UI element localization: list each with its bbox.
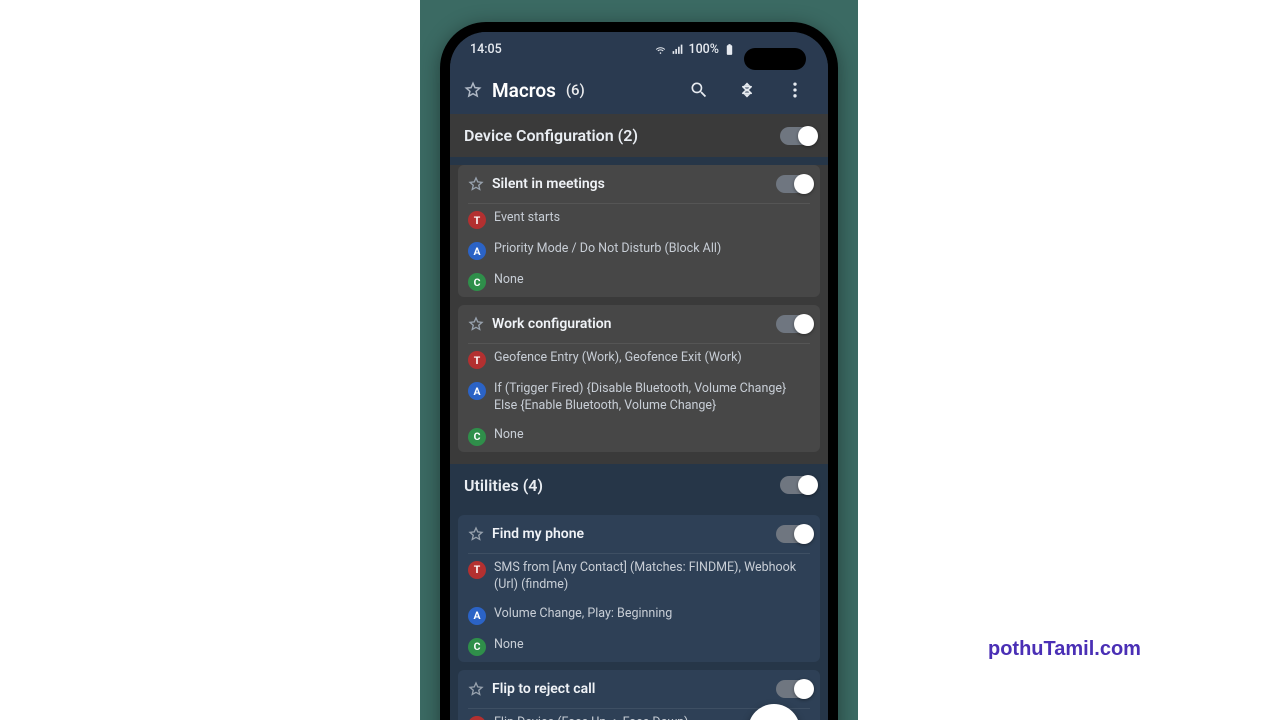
- more-vert-icon: [785, 80, 805, 100]
- macro-toggle[interactable]: [776, 680, 810, 698]
- macro-card-find-phone[interactable]: Find my phone T SMS from [Any Contact] (…: [458, 515, 820, 662]
- action-row: A Volume Change, Play: Beginning: [458, 600, 820, 631]
- constraint-badge-icon: C: [468, 638, 486, 656]
- trigger-text: Event starts: [494, 210, 560, 227]
- appbar-title: Macros: [492, 79, 556, 102]
- app-bar: Macros (6): [450, 66, 828, 114]
- macro-title: Find my phone: [492, 526, 768, 542]
- group-toggle[interactable]: [780, 127, 814, 145]
- star-icon[interactable]: [468, 316, 484, 332]
- action-badge-icon: A: [468, 382, 486, 400]
- search-icon: [689, 80, 709, 100]
- phone-screen: 14:05 100% Macros (6): [450, 32, 828, 720]
- macro-toggle[interactable]: [776, 315, 810, 333]
- group-header-device-config[interactable]: Device Configuration (2): [450, 114, 828, 157]
- constraint-text: None: [494, 427, 524, 444]
- action-badge-icon: A: [468, 242, 486, 260]
- macro-card-silent-meetings[interactable]: Silent in meetings T Event starts A Prio…: [458, 165, 820, 297]
- wifi-icon: [654, 43, 667, 56]
- group-title: Utilities (4): [464, 476, 543, 495]
- macro-toggle[interactable]: [776, 525, 810, 543]
- action-text: Priority Mode / Do Not Disturb (Block Al…: [494, 241, 721, 258]
- camera-cutout: [744, 48, 806, 70]
- battery-percentage: 100%: [688, 42, 719, 57]
- action-row: A Priority Mode / Do Not Disturb (Block …: [458, 235, 820, 266]
- constraint-text: None: [494, 272, 524, 289]
- trigger-row: T Geofence Entry (Work), Geofence Exit (…: [458, 344, 820, 375]
- trigger-text: Geofence Entry (Work), Geofence Exit (Wo…: [494, 350, 742, 367]
- trigger-row: T SMS from [Any Contact] (Matches: FINDM…: [458, 554, 820, 600]
- star-icon[interactable]: [468, 681, 484, 697]
- macro-toggle[interactable]: [776, 175, 810, 193]
- group-toggle[interactable]: [780, 476, 814, 494]
- constraint-badge-icon: C: [468, 428, 486, 446]
- macro-title: Work configuration: [492, 316, 768, 332]
- constraint-text: None: [494, 637, 524, 654]
- trigger-badge-icon: T: [468, 716, 486, 720]
- macro-title: Silent in meetings: [492, 176, 768, 192]
- action-badge-icon: A: [468, 607, 486, 625]
- status-right: 100%: [654, 42, 736, 57]
- macro-title: Flip to reject call: [492, 681, 768, 697]
- constraint-badge-icon: C: [468, 273, 486, 291]
- trigger-row: T Event starts: [458, 204, 820, 235]
- trigger-badge-icon: T: [468, 351, 486, 369]
- overflow-menu-button[interactable]: [776, 71, 814, 109]
- trigger-text: Flip Device (Face Up -> Face Down): [494, 715, 688, 720]
- appbar-count: (6): [566, 81, 585, 99]
- page-background: 14:05 100% Macros (6): [420, 0, 858, 720]
- group-header-utilities[interactable]: Utilities (4): [450, 464, 828, 507]
- constraint-row: C None: [458, 266, 820, 297]
- trigger-text: SMS from [Any Contact] (Matches: FINDME)…: [494, 560, 810, 594]
- action-row: A If (Trigger Fired) {Disable Bluetooth,…: [458, 375, 820, 421]
- constraint-row: C None: [458, 421, 820, 452]
- action-text: Volume Change, Play: Beginning: [494, 606, 672, 623]
- favorite-star-icon[interactable]: [464, 81, 482, 99]
- constraint-row: C None: [458, 631, 820, 662]
- group-title: Device Configuration (2): [464, 126, 638, 145]
- macro-list[interactable]: Device Configuration (2) Silent in meeti…: [450, 114, 828, 720]
- watermark-text: pothuTamil.com: [988, 638, 1141, 661]
- trigger-badge-icon: T: [468, 561, 486, 579]
- phone-frame: 14:05 100% Macros (6): [440, 22, 838, 720]
- trigger-badge-icon: T: [468, 211, 486, 229]
- star-icon[interactable]: [468, 526, 484, 542]
- search-button[interactable]: [680, 71, 718, 109]
- status-time: 14:05: [470, 42, 502, 57]
- collapse-icon: [737, 80, 757, 100]
- star-icon[interactable]: [468, 176, 484, 192]
- battery-icon: [723, 43, 736, 56]
- signal-icon: [671, 43, 684, 56]
- collapse-button[interactable]: [728, 71, 766, 109]
- action-text: If (Trigger Fired) {Disable Bluetooth, V…: [494, 381, 810, 415]
- macro-card-work-config[interactable]: Work configuration T Geofence Entry (Wor…: [458, 305, 820, 452]
